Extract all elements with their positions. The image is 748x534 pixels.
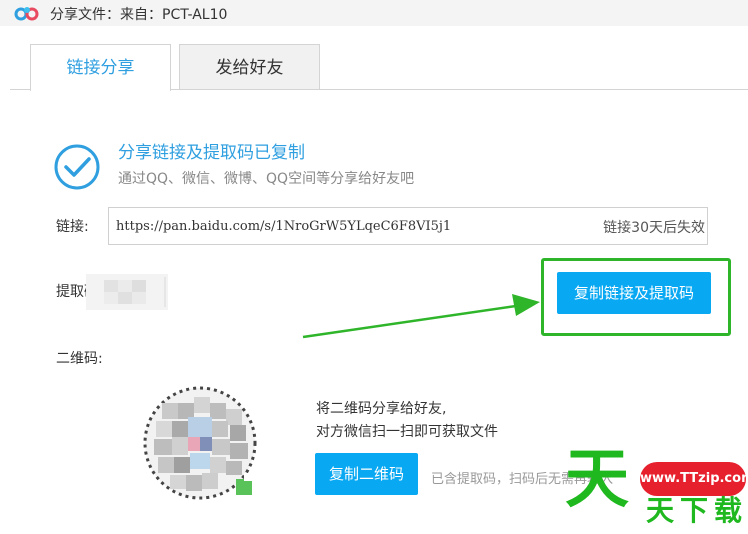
- link-expire-text: 链接30天后失效: [603, 220, 705, 236]
- success-subtitle: 通过QQ、微信、微博、QQ空间等分享给好友吧: [118, 171, 415, 187]
- link-url[interactable]: https://pan.baidu.com/s/1NroGrW5YLqeC6F8…: [116, 219, 451, 234]
- copy-link-and-code-button[interactable]: 复制链接及提取码: [557, 272, 711, 314]
- link-field[interactable]: https://pan.baidu.com/s/1NroGrW5YLqeC6F8…: [108, 207, 708, 245]
- baidu-netdisk-logo: [14, 7, 39, 21]
- watermark-url-badge: www.TTzip.com: [640, 462, 748, 496]
- qr-description-line-2: 对方微信扫一扫即可获取文件: [316, 424, 498, 440]
- qr-code-label: 二维码:: [56, 351, 103, 367]
- watermark-logo-char: 天: [565, 443, 629, 517]
- watermark-logo-text: 天下载: [646, 494, 748, 527]
- tab-link-share[interactable]: 链接分享: [30, 44, 171, 91]
- qr-description-line-1: 将二维码分享给好友,: [316, 401, 447, 417]
- link-label: 链接:: [56, 219, 89, 235]
- copy-qr-code-button[interactable]: 复制二维码: [315, 453, 418, 495]
- extraction-code-blurred: [86, 274, 168, 310]
- qr-code-image: [143, 386, 257, 500]
- window-title: 分享文件：来自：PCT-AL10: [50, 7, 228, 23]
- success-title: 分享链接及提取码已复制: [118, 143, 305, 163]
- tab-bar: 链接分享 发给好友: [10, 44, 748, 91]
- tab-send-to-friend[interactable]: 发给好友: [179, 44, 320, 90]
- title-bar: 分享文件：来自：PCT-AL10: [0, 0, 748, 26]
- check-circle-icon: [54, 144, 100, 190]
